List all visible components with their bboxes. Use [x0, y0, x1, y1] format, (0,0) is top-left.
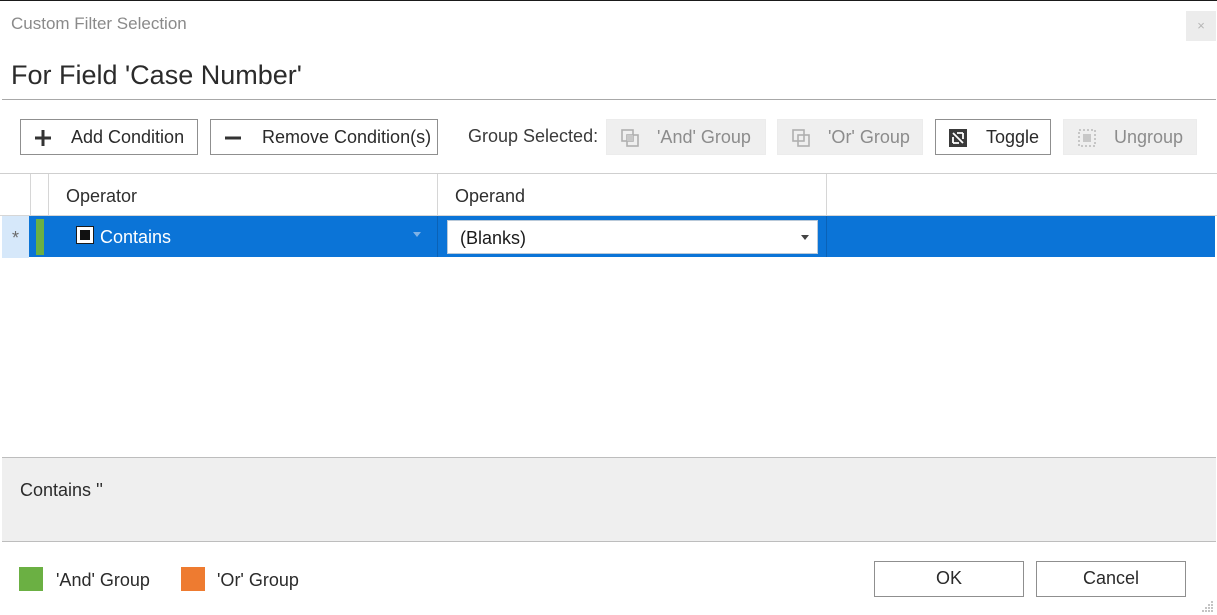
toggle-icon: [949, 129, 967, 147]
and-group-label: 'And' Group: [657, 127, 751, 147]
remove-conditions-button[interactable]: Remove Condition(s): [210, 119, 438, 155]
row-divider: [437, 216, 438, 257]
toggle-button[interactable]: Toggle: [935, 119, 1051, 155]
and-group-marker: [36, 219, 44, 255]
column-header-operand[interactable]: Operand: [438, 174, 827, 216]
cancel-button[interactable]: Cancel: [1036, 561, 1186, 597]
toggle-label: Toggle: [986, 127, 1040, 147]
toolbar: Add Condition Remove Condition(s) Group …: [0, 119, 1217, 157]
title-bar: Custom Filter Selection ×: [0, 1, 1217, 45]
or-group-icon: [792, 129, 810, 147]
close-button[interactable]: ×: [1186, 11, 1216, 41]
heading-divider: [2, 99, 1216, 100]
grid-header: Operator Operand: [0, 174, 1217, 216]
or-group-button[interactable]: 'Or' Group: [777, 119, 923, 155]
resize-grip-icon[interactable]: [1200, 599, 1214, 613]
field-heading: For Field 'Case Number': [11, 60, 302, 90]
row-divider: [826, 216, 827, 257]
ungroup-button[interactable]: Ungroup: [1063, 119, 1197, 155]
condition-grid: Operator Operand * Contains (Blanks): [0, 173, 1217, 457]
table-row[interactable]: * Contains (Blanks): [0, 216, 1217, 258]
filter-expression-text: Contains '': [20, 480, 103, 500]
dialog-title: Custom Filter Selection: [11, 14, 187, 33]
new-row-indicator: *: [2, 216, 29, 258]
minus-icon: [225, 136, 241, 140]
ungroup-icon: [1078, 129, 1096, 147]
add-condition-label: Add Condition: [71, 127, 185, 147]
and-group-swatch: [19, 567, 43, 591]
chevron-down-icon[interactable]: [801, 235, 809, 240]
operator-dropdown-arrow-icon[interactable]: [413, 232, 421, 237]
and-group-legend-label: 'And' Group: [56, 570, 150, 590]
operand-dropdown[interactable]: (Blanks): [447, 220, 818, 254]
and-group-icon: [621, 129, 639, 147]
or-group-legend-label: 'Or' Group: [217, 570, 299, 590]
custom-filter-dialog: Custom Filter Selection × For Field 'Cas…: [0, 0, 1217, 615]
group-selected-label: Group Selected:: [468, 126, 599, 146]
and-group-button[interactable]: 'And' Group: [606, 119, 766, 155]
operand-value: (Blanks): [460, 228, 527, 248]
filter-preview-panel: Contains '': [2, 457, 1216, 542]
ungroup-label: Ungroup: [1114, 127, 1184, 147]
column-header-operator[interactable]: Operator: [49, 174, 438, 216]
header-group-cell: [31, 174, 49, 216]
plus-icon: [35, 130, 51, 146]
ok-button[interactable]: OK: [874, 561, 1024, 597]
header-indicator-cell: [0, 174, 31, 216]
operator-value[interactable]: Contains: [100, 227, 171, 248]
condition-checkbox[interactable]: [76, 226, 94, 244]
operator-header-label: Operator: [66, 186, 138, 206]
or-group-label: 'Or' Group: [828, 127, 910, 147]
remove-conditions-label: Remove Condition(s): [262, 127, 432, 147]
add-condition-button[interactable]: Add Condition: [20, 119, 198, 155]
operand-header-label: Operand: [455, 186, 526, 206]
or-group-swatch: [181, 567, 205, 591]
close-icon: ×: [1197, 18, 1205, 33]
